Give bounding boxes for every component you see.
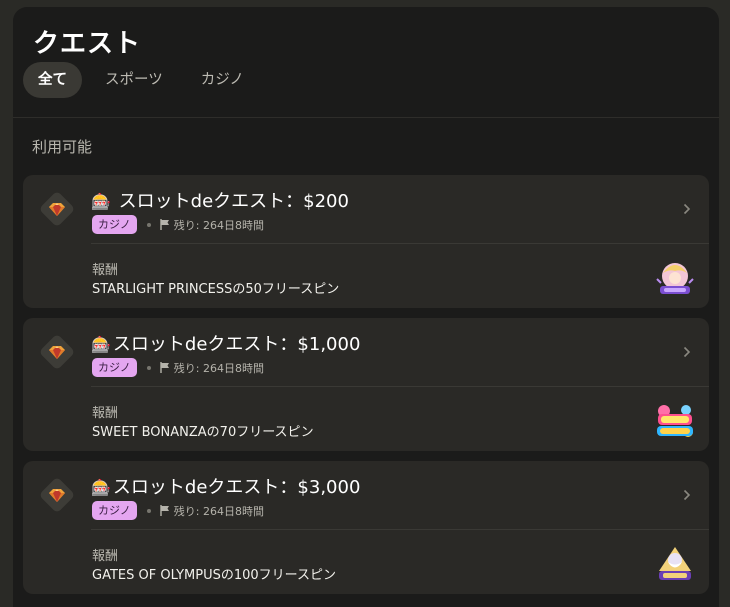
quest-card[interactable]: 🎰 スロットdeクエスト：$200 カジノ 残り: 264日8時間 報酬 STA… — [23, 175, 709, 308]
category-tag: カジノ — [92, 358, 137, 377]
header-divider — [13, 117, 719, 118]
chevron-right-icon[interactable] — [683, 489, 691, 501]
quest-meta: カジノ 残り: 264日8時間 — [92, 358, 264, 377]
flag-icon — [160, 362, 169, 373]
category-tag: カジノ — [92, 215, 137, 234]
time-remaining: 残り: 264日8時間 — [173, 218, 264, 232]
separator-dot — [146, 365, 151, 370]
quest-title-text: スロットdeクエスト：$200 — [112, 191, 349, 212]
tab-casino[interactable]: カジノ — [186, 62, 259, 98]
tab-all[interactable]: 全て — [23, 62, 82, 98]
quest-badge-icon — [40, 192, 74, 226]
quest-card[interactable]: 🎰 スロットdeクエスト：$1,000 カジノ 残り: 264日8時間 報酬 SW… — [23, 318, 709, 451]
slot-machine-icon: 🎰 — [91, 192, 111, 211]
reward-label: 報酬 — [92, 406, 119, 421]
time-remaining: 残り: 264日8時間 — [173, 504, 264, 518]
time-remaining: 残り: 264日8時間 — [173, 361, 264, 375]
gates-of-olympus-game-icon — [659, 547, 691, 580]
filter-tabs: 全て スポーツ カジノ — [23, 62, 267, 98]
reward-text: GATES OF OLYMPUSの100フリースピン — [92, 568, 337, 583]
card-divider — [91, 386, 709, 387]
card-divider — [91, 529, 709, 530]
starlight-princess-game-icon — [656, 263, 694, 294]
quest-badge-icon — [40, 478, 74, 512]
quest-title-text: スロットdeクエスト：$1,000 — [112, 334, 361, 355]
category-tag: カジノ — [92, 501, 137, 520]
reward-text: STARLIGHT PRINCESSの50フリースピン — [92, 282, 340, 297]
quest-panel: クエスト 全て スポーツ カジノ 利用可能 🎰 スロットdeクエスト：$200 … — [13, 7, 719, 607]
quest-title-text: スロットdeクエスト：$3,000 — [112, 477, 361, 498]
quest-badge-icon — [40, 335, 74, 369]
page-title: クエスト — [33, 29, 142, 59]
quest-card[interactable]: 🎰 スロットdeクエスト：$3,000 カジノ 残り: 264日8時間 報酬 GA… — [23, 461, 709, 594]
reward-label: 報酬 — [92, 549, 119, 564]
quest-title: 🎰 スロットdeクエスト：$1,000 — [91, 330, 360, 356]
slot-machine-icon: 🎰 — [91, 335, 111, 354]
flag-icon — [160, 505, 169, 516]
sweet-bonanza-game-icon — [657, 405, 693, 437]
separator-dot — [146, 222, 151, 227]
chevron-right-icon[interactable] — [683, 346, 691, 358]
card-divider — [91, 243, 709, 244]
reward-text: SWEET BONANZAの70フリースピン — [92, 425, 314, 440]
quest-title: 🎰 スロットdeクエスト：$3,000 — [91, 473, 360, 499]
quest-meta: カジノ 残り: 264日8時間 — [92, 501, 264, 520]
tab-sports[interactable]: スポーツ — [90, 62, 178, 98]
reward-label: 報酬 — [92, 263, 119, 278]
slot-machine-icon: 🎰 — [91, 478, 111, 497]
flag-icon — [160, 219, 169, 230]
quest-title: 🎰 スロットdeクエスト：$200 — [91, 187, 349, 213]
separator-dot — [146, 508, 151, 513]
chevron-right-icon[interactable] — [683, 203, 691, 215]
section-label-available: 利用可能 — [32, 138, 93, 156]
quest-meta: カジノ 残り: 264日8時間 — [92, 215, 264, 234]
